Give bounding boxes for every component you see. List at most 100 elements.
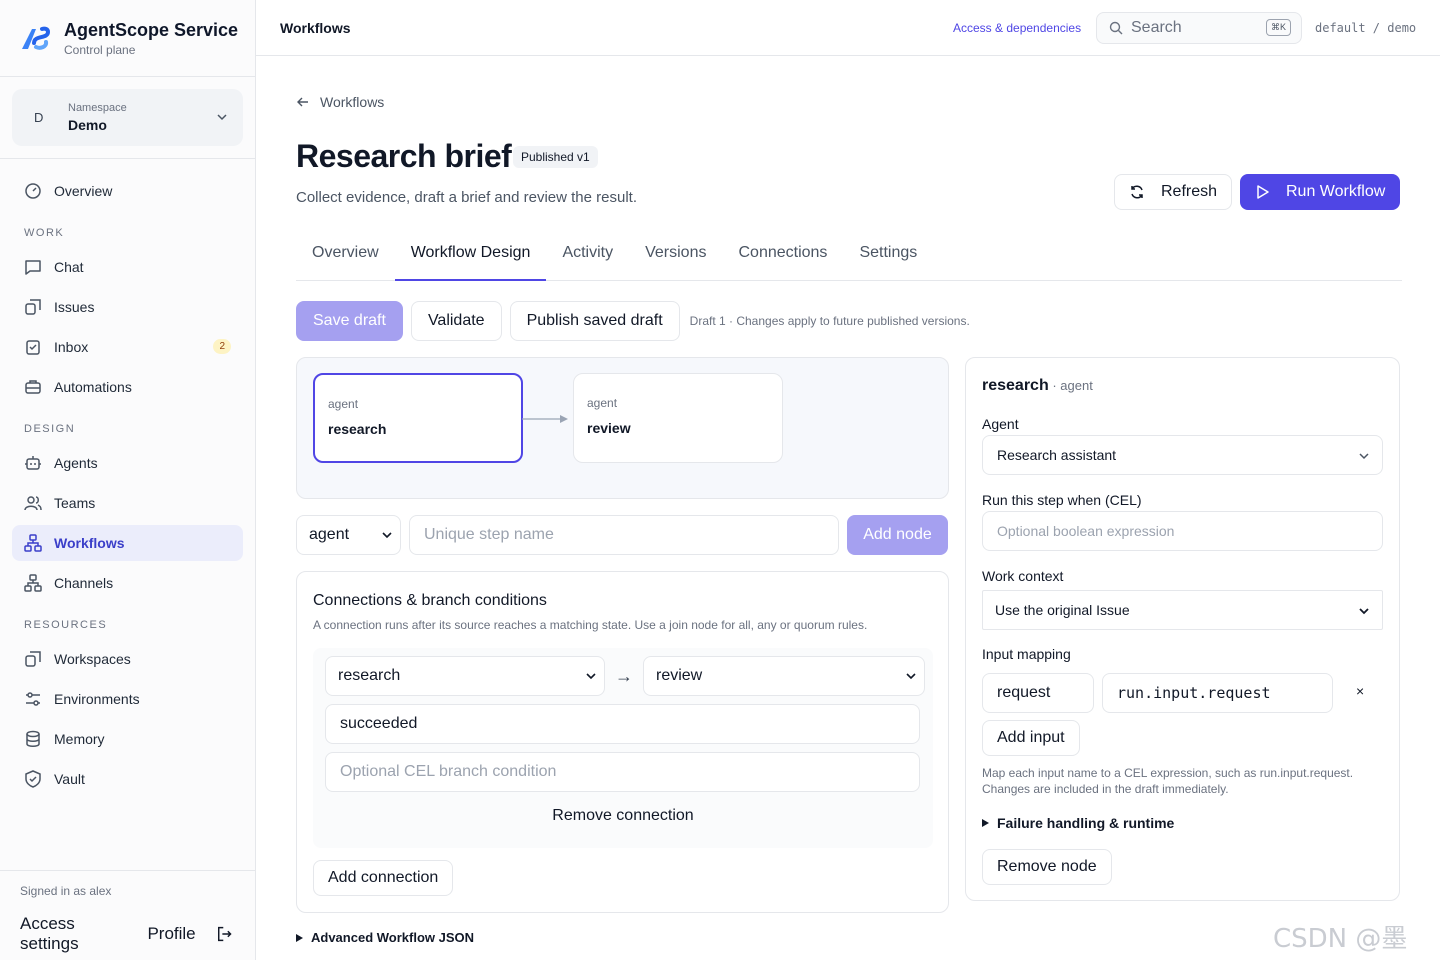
refresh-button[interactable]: Refresh bbox=[1114, 174, 1232, 210]
tab-versions[interactable]: Versions bbox=[629, 234, 722, 281]
run-workflow-button[interactable]: Run Workflow bbox=[1240, 174, 1400, 210]
input-mapping-label: Input mapping bbox=[982, 646, 1071, 662]
connections-card: Connections & branch conditions A connec… bbox=[296, 571, 949, 913]
sidebar-item-label: Vault bbox=[54, 771, 85, 787]
logout-icon[interactable] bbox=[216, 925, 232, 943]
access-dependencies-link[interactable]: Access & dependencies bbox=[953, 21, 1081, 35]
remove-mapping-button[interactable]: × bbox=[1356, 683, 1364, 699]
failure-handling-label: Failure handling & runtime bbox=[997, 815, 1175, 831]
tab-bar: Overview Workflow Design Activity Versio… bbox=[296, 234, 1402, 281]
sidebar-item-automations[interactable]: Automations bbox=[12, 369, 243, 405]
mapping-key-input[interactable]: request bbox=[982, 673, 1094, 713]
sidebar-item-label: Memory bbox=[54, 731, 105, 747]
sidebar-item-label: Inbox bbox=[54, 339, 89, 355]
tab-workflow-design[interactable]: Workflow Design bbox=[394, 234, 547, 281]
arrow-left-icon bbox=[297, 97, 308, 107]
mapping-help: Map each input name to a CEL expression,… bbox=[982, 765, 1353, 797]
inspector-node-kind: · agent bbox=[1048, 378, 1093, 393]
tab-overview[interactable]: Overview bbox=[296, 234, 395, 281]
workflows-icon bbox=[24, 534, 42, 552]
advanced-json-toggle[interactable]: Advanced Workflow JSON bbox=[296, 930, 474, 945]
cel-condition-input[interactable]: Optional boolean expression bbox=[982, 511, 1383, 551]
node-kind: agent bbox=[328, 397, 359, 411]
sidebar-item-overview[interactable]: Overview bbox=[12, 173, 243, 209]
publish-draft-button[interactable]: Publish saved draft bbox=[509, 301, 680, 341]
agent-select[interactable]: Research assistant bbox=[982, 435, 1383, 475]
workflow-canvas[interactable]: agent research agent review bbox=[296, 357, 949, 499]
step-name-input[interactable]: Unique step name bbox=[409, 515, 839, 555]
sidebar-item-workspaces[interactable]: Workspaces bbox=[12, 641, 243, 677]
teams-icon bbox=[24, 496, 42, 511]
node-inspector: research · agent Agent Research assistan… bbox=[965, 357, 1400, 901]
chevron-down-icon bbox=[1359, 453, 1369, 460]
sidebar-item-workflows[interactable]: Workflows bbox=[12, 525, 243, 561]
access-settings-link[interactable]: Access settings bbox=[20, 914, 127, 954]
sidebar-item-vault[interactable]: Vault bbox=[12, 761, 243, 797]
refresh-label: Refresh bbox=[1161, 183, 1218, 200]
sidebar-item-channels[interactable]: Channels bbox=[12, 565, 243, 601]
connection-target-select[interactable]: review bbox=[643, 656, 925, 696]
mapping-value-input[interactable]: run.input.request bbox=[1102, 673, 1333, 713]
shield-icon bbox=[25, 770, 41, 788]
sidebar-item-agents[interactable]: Agents bbox=[12, 445, 243, 481]
watermark: CSDN @墨 禹 bbox=[1273, 924, 1408, 954]
node-kind: agent bbox=[587, 396, 618, 410]
add-node-button[interactable]: Add node bbox=[847, 515, 948, 555]
sidebar-item-environments[interactable]: Environments bbox=[12, 681, 243, 717]
workflow-node-review[interactable]: agent review bbox=[573, 373, 783, 463]
failure-handling-toggle[interactable]: Failure handling & runtime bbox=[982, 815, 1174, 831]
tab-connections[interactable]: Connections bbox=[722, 234, 843, 281]
sidebar-item-chat[interactable]: Chat bbox=[12, 249, 243, 285]
remove-node-button[interactable]: Remove node bbox=[982, 849, 1112, 885]
namespace-selector[interactable]: D Namespace Demo bbox=[12, 89, 243, 146]
node-type-select[interactable]: agent bbox=[296, 515, 401, 555]
add-input-button[interactable]: Add input bbox=[982, 720, 1080, 756]
connections-subtitle: A connection runs after its source reach… bbox=[313, 618, 868, 632]
brand-subtitle: Control plane bbox=[64, 43, 136, 57]
namespace-value: Demo bbox=[68, 117, 107, 133]
remove-connection-button[interactable]: Remove connection bbox=[313, 807, 933, 825]
inspector-node-name: research bbox=[982, 377, 1049, 394]
sidebar-item-memory[interactable]: Memory bbox=[12, 721, 243, 757]
tab-settings[interactable]: Settings bbox=[843, 234, 933, 281]
agentscope-logo-icon bbox=[22, 26, 50, 50]
agent-label: Agent bbox=[982, 416, 1019, 432]
node-name: research bbox=[328, 421, 387, 437]
add-connection-button[interactable]: Add connection bbox=[313, 860, 454, 896]
connection-state-field[interactable]: succeeded bbox=[325, 704, 920, 744]
brand[interactable]: AgentScope Service Control plane bbox=[0, 0, 255, 77]
arrow-right-icon: → bbox=[615, 665, 633, 686]
disclosure-triangle-icon bbox=[296, 933, 303, 942]
workspaces-icon bbox=[25, 651, 41, 667]
sidebar-item-label: Issues bbox=[54, 299, 95, 315]
inbox-count-badge: 2 bbox=[213, 339, 231, 354]
sidebar-item-label: Chat bbox=[54, 259, 84, 275]
workflow-node-research[interactable]: agent research bbox=[313, 373, 523, 463]
status-badge: Published v1 bbox=[513, 146, 598, 168]
namespace-label: Namespace bbox=[68, 102, 127, 114]
sidebar-item-label: Teams bbox=[54, 495, 96, 511]
sidebar-footer: Signed in as alex Access settings Profil… bbox=[0, 870, 255, 960]
work-context-select[interactable]: Use the original Issue bbox=[982, 590, 1383, 630]
play-icon bbox=[1257, 185, 1269, 199]
connections-title: Connections & branch conditions bbox=[313, 592, 547, 609]
cel-label: Run this step when (CEL) bbox=[982, 492, 1142, 508]
sidebar-item-label: Workspaces bbox=[54, 651, 131, 667]
main-content: Workflows Research brief Published v1 Co… bbox=[256, 56, 1440, 960]
tab-activity[interactable]: Activity bbox=[546, 234, 629, 281]
sidebar-item-inbox[interactable]: Inbox 2 bbox=[12, 329, 243, 365]
search-input[interactable]: Search ⌘K bbox=[1096, 12, 1302, 44]
mapping-help-line: Map each input name to a CEL expression,… bbox=[982, 766, 1354, 780]
context-breadcrumb: default / demo bbox=[1315, 21, 1417, 35]
refresh-icon bbox=[1131, 185, 1143, 199]
connection-source-select[interactable]: research bbox=[325, 656, 605, 696]
validate-button[interactable]: Validate bbox=[410, 301, 502, 341]
sidebar-item-teams[interactable]: Teams bbox=[12, 485, 243, 521]
back-link[interactable]: Workflows bbox=[296, 94, 384, 110]
save-draft-button[interactable]: Save draft bbox=[296, 301, 403, 341]
sidebar-item-issues[interactable]: Issues bbox=[12, 289, 243, 325]
branch-condition-input[interactable]: Optional CEL branch condition bbox=[325, 752, 920, 792]
work-context-value: Use the original Issue bbox=[995, 602, 1130, 618]
profile-link[interactable]: Profile bbox=[147, 924, 195, 944]
automations-icon bbox=[25, 380, 41, 394]
